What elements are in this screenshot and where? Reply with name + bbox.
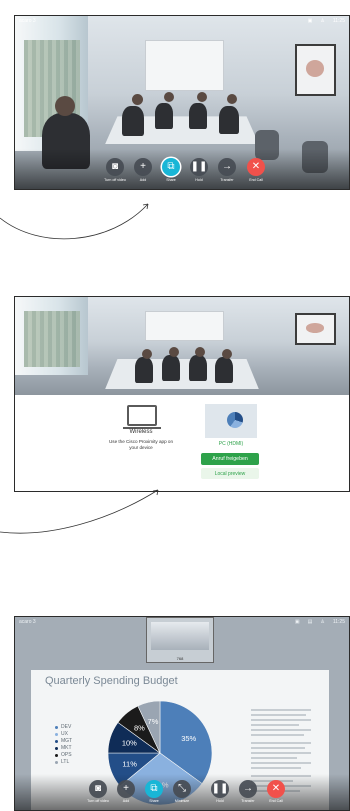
share-screen: Wireless Use the Cisco Proximity app on … <box>14 296 350 492</box>
pause-icon: ❚❚ <box>211 783 229 794</box>
meeting-room-video <box>15 297 349 397</box>
local-preview-button[interactable]: Local preview <box>201 468 259 479</box>
share-in-call-button[interactable]: Anruf freigeben <box>201 453 259 465</box>
pie-label-mgt: 11% <box>122 759 137 768</box>
pip-label: 768 <box>176 656 184 661</box>
legend-item: UX <box>55 731 72 738</box>
proximity-panel: Wireless Use the Cisco Proximity app on … <box>15 395 349 491</box>
clock: 11:25 <box>332 619 345 625</box>
status-bar: ▣ ♙ 11:25 <box>308 18 345 24</box>
x-icon: ✕ <box>251 161 261 172</box>
self-view-pip[interactable]: 768 <box>146 617 214 663</box>
hold-button[interactable]: ❚❚ <box>190 158 208 176</box>
call-controls: ◙ Turn off video + Add ⧉ Share ❚❚ Hold →… <box>15 149 349 189</box>
legend-item: MKT <box>55 745 72 752</box>
layout-icon: ▤ <box>307 619 313 625</box>
status-bar: ▣ ▤ ♙ 11:25 <box>295 619 345 625</box>
turn-off-video-button[interactable]: ◙ <box>89 780 107 798</box>
camera-status-icon: ▣ <box>294 619 300 625</box>
legend-item: DEV <box>55 724 72 731</box>
pointer-arrow-2 <box>0 489 159 534</box>
x-icon: ✕ <box>271 783 281 794</box>
minimize-label: Minimize <box>174 799 190 803</box>
arrow-right-icon: → <box>222 161 232 172</box>
chart-legend: DEV UX MGT MKT OPS LTL <box>55 724 72 766</box>
end-call-label: End Call <box>249 178 263 182</box>
hold-label: Hold <box>195 178 203 182</box>
user-icon: ♙ <box>320 18 325 24</box>
add-label: Add <box>139 178 147 182</box>
system-name: acaro 3 <box>19 18 36 24</box>
end-call-button[interactable]: ✕ <box>247 158 265 176</box>
end-call-button[interactable]: ✕ <box>267 780 285 798</box>
laptop-icon <box>123 405 161 429</box>
turn-off-video-label: Turn off video <box>87 799 109 803</box>
slide-title: Quarterly Spending Budget <box>45 675 178 687</box>
pause-icon: ❚❚ <box>190 161 208 172</box>
pc-preview-thumbnail[interactable] <box>205 404 257 438</box>
hold-label: Hold <box>216 799 224 803</box>
camera-icon: ◙ <box>94 783 102 794</box>
turn-off-video-label: Turn off video <box>104 178 126 182</box>
arrow-right-icon: → <box>243 783 253 794</box>
pie-label-mkt: 10% <box>122 739 137 748</box>
share-icon: ⧉ <box>150 783 158 794</box>
pointer-arrow-1 <box>0 203 149 240</box>
user-icon: ♙ <box>320 619 325 625</box>
presentation-screen: acaro 3 ▣ ▤ ♙ 11:25 768 Quarterly Spendi… <box>14 616 350 811</box>
hold-button[interactable]: ❚❚ <box>211 780 229 798</box>
legend-item: MGT <box>55 738 72 745</box>
call-controls: ◙ Turn off video + Add ⧉ Share ⤡ Minimiz… <box>15 774 349 810</box>
minimize-icon: ⤡ <box>178 783 186 794</box>
share-button[interactable]: ⧉ <box>145 780 163 798</box>
share-button[interactable]: ⧉ <box>162 158 180 176</box>
pie-label-ltl: 7% <box>148 717 159 726</box>
transfer-label: Transfer <box>220 178 234 182</box>
call-screen: acaro 3 ▣ ♙ 11:25 ◙ Turn off video + Add… <box>14 15 350 190</box>
end-call-label: End Call <box>269 799 283 803</box>
transfer-button[interactable]: → <box>239 780 257 798</box>
wireless-title: Wireless <box>129 429 153 435</box>
source-name: PC (HDMI) <box>218 441 244 447</box>
minimize-button[interactable]: ⤡ <box>173 780 191 798</box>
plus-icon: + <box>123 783 129 794</box>
system-name: acaro 3 <box>19 619 36 625</box>
clock: 11:25 <box>332 18 345 24</box>
legend-item: OPS <box>55 752 72 759</box>
add-button[interactable]: + <box>117 780 135 798</box>
share-label: Share <box>149 799 159 803</box>
transfer-label: Transfer <box>241 799 255 803</box>
camera-icon: ◙ <box>111 161 119 172</box>
wireless-description: Use the Cisco Proximity app on your devi… <box>108 439 174 450</box>
transfer-button[interactable]: → <box>218 158 236 176</box>
share-label: Share <box>166 178 176 182</box>
pie-label-dev: 35% <box>181 734 196 743</box>
share-icon: ⧉ <box>167 161 175 172</box>
plus-icon: + <box>140 161 146 172</box>
add-button[interactable]: + <box>134 158 152 176</box>
legend-item: LTL <box>55 759 72 766</box>
add-label: Add <box>122 799 130 803</box>
turn-off-video-button[interactable]: ◙ <box>106 158 124 176</box>
pie-label-ops: 8% <box>134 724 145 733</box>
camera-status-icon: ▣ <box>307 18 313 24</box>
